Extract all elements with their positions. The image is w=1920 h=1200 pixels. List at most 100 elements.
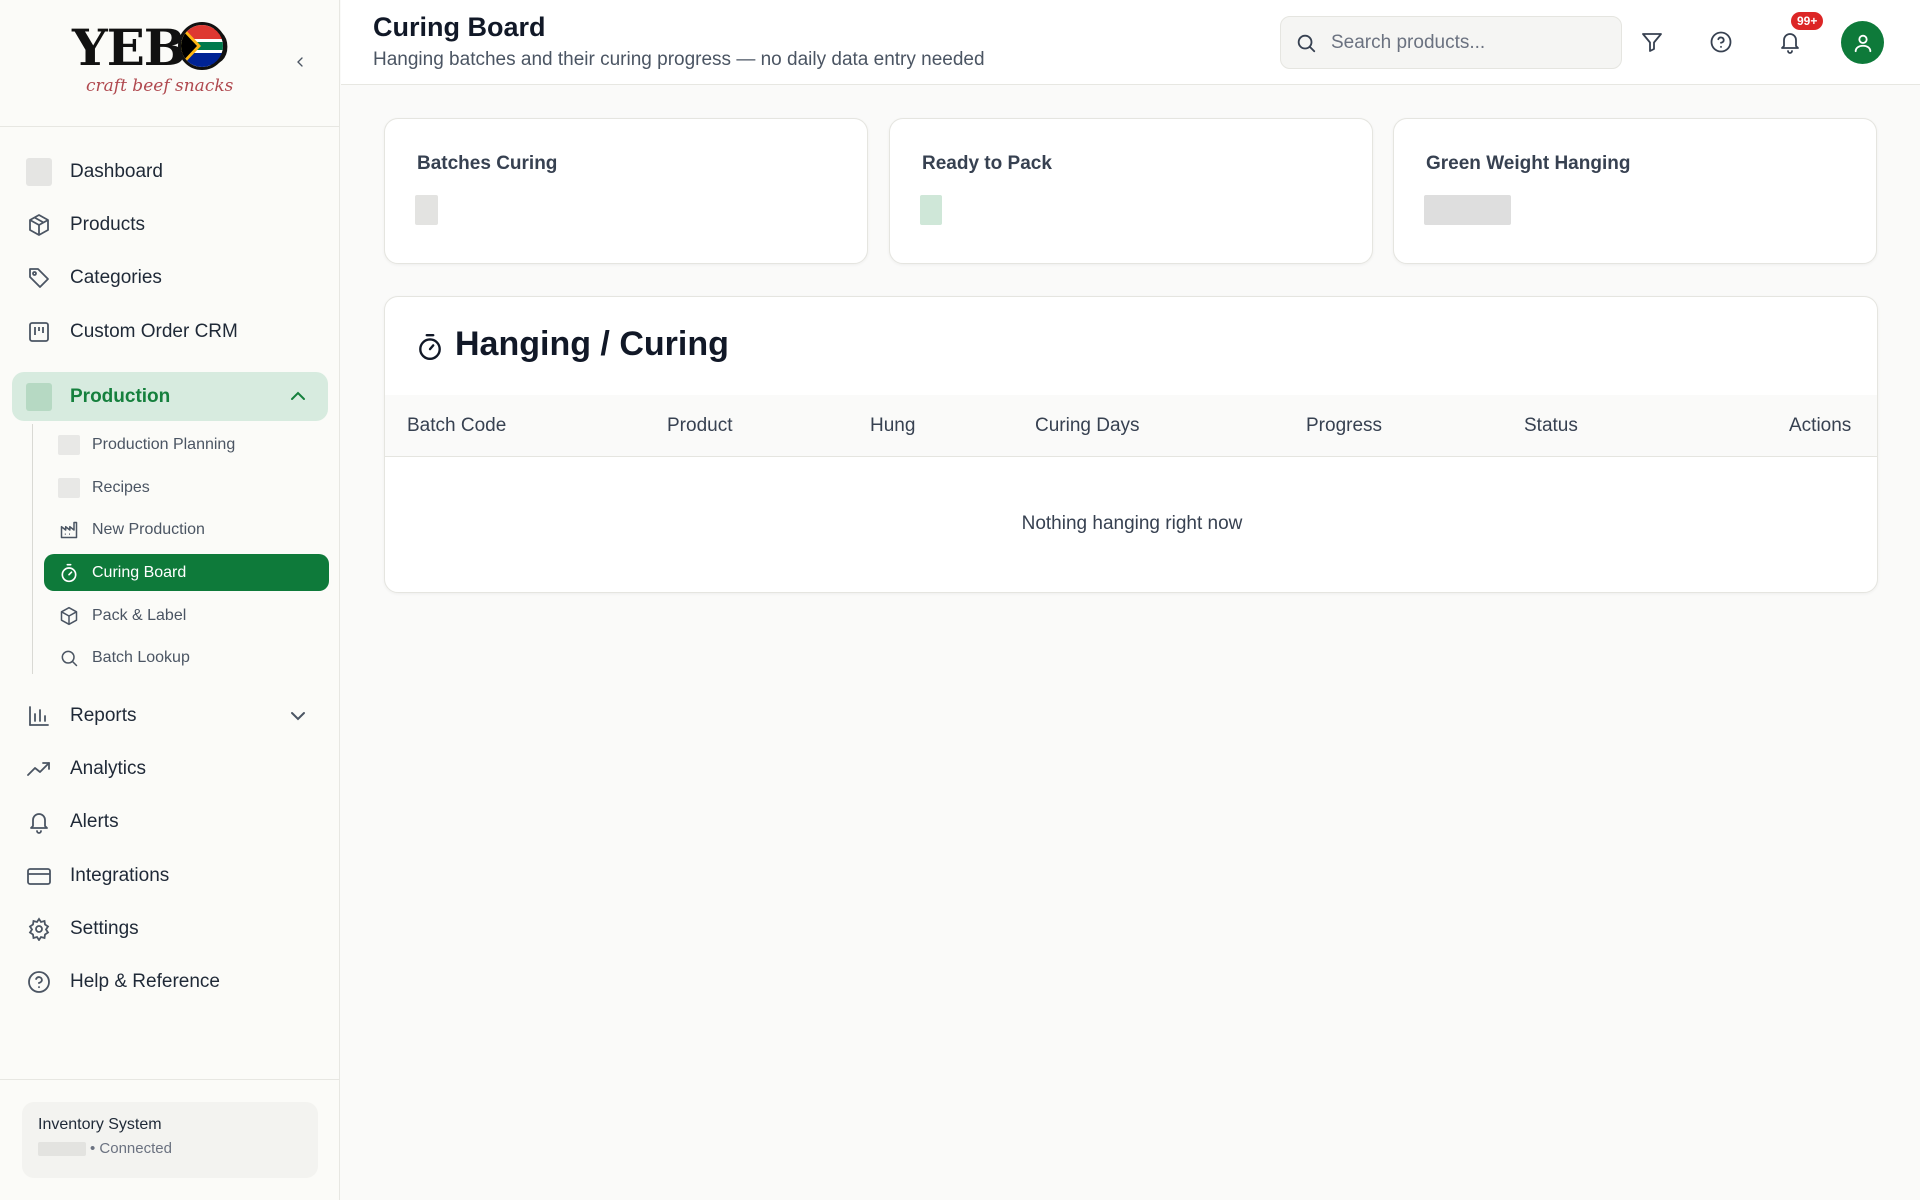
stat-value-placeholder xyxy=(920,195,942,225)
help-button[interactable] xyxy=(1705,26,1737,58)
south-africa-flag-icon xyxy=(178,22,226,70)
dashboard-placeholder-icon xyxy=(26,158,52,186)
trending-up-icon xyxy=(26,756,52,782)
card-icon xyxy=(26,863,52,889)
sidebar-item-custom-order-crm[interactable]: Custom Order CRM xyxy=(12,308,328,356)
connection-status-card: Inventory System • Connected xyxy=(22,1102,318,1178)
top-header: Curing Board Hanging batches and their c… xyxy=(341,0,1920,85)
stat-label: Green Weight Hanging xyxy=(1426,153,1631,174)
sidebar-item-production[interactable]: Production xyxy=(12,372,328,421)
empty-state-message: Nothing hanging right now xyxy=(1021,513,1243,534)
sidebar-item-alerts[interactable]: Alerts xyxy=(12,798,328,846)
sidebar-item-label: Integrations xyxy=(70,865,170,886)
search-input[interactable] xyxy=(1331,31,1601,54)
box-icon xyxy=(26,212,52,238)
sidebar-item-help-reference[interactable]: Help & Reference xyxy=(12,958,328,1006)
sidebar-item-label: Reports xyxy=(70,705,137,726)
sidebar-subitem-curing-board[interactable]: Curing Board xyxy=(44,554,329,591)
sidebar-item-label: Dashboard xyxy=(70,161,163,182)
sidebar-subitem-label: New Production xyxy=(92,520,205,538)
column-header-status[interactable]: Status xyxy=(1524,415,1578,437)
sidebar-subitem-label: Batch Lookup xyxy=(92,648,190,666)
stat-card-batches-curing: Batches Curing xyxy=(384,118,868,264)
sidebar-subitem-new-production[interactable]: New Production xyxy=(44,511,329,548)
factory-icon xyxy=(58,519,80,541)
connection-status-text: • Connected xyxy=(90,1140,172,1157)
system-name: Inventory System xyxy=(38,1116,162,1133)
brand-logo[interactable]: YEBO craft beef snacks xyxy=(72,18,234,108)
timer-icon xyxy=(58,562,80,584)
sidebar-footer-divider xyxy=(0,1079,340,1080)
column-header-curing-days[interactable]: Curing Days xyxy=(1035,415,1140,437)
chevron-down-icon xyxy=(291,712,305,721)
sidebar: YEBO craft beef snacks Dashboard Product… xyxy=(0,0,340,1200)
status-placeholder xyxy=(38,1141,86,1156)
table-header: Batch Code Product Hung Curing Days Prog… xyxy=(385,395,1877,457)
timer-icon xyxy=(419,333,441,361)
sidebar-item-categories[interactable]: Categories xyxy=(12,254,328,302)
sidebar-item-analytics[interactable]: Analytics xyxy=(12,745,328,793)
sidebar-subitem-label: Curing Board xyxy=(92,563,187,581)
stat-label: Batches Curing xyxy=(417,153,558,174)
sidebar-subitem-recipes[interactable]: Recipes xyxy=(44,469,329,506)
page-title: Curing Board xyxy=(373,12,546,42)
user-avatar[interactable] xyxy=(1841,21,1884,64)
sidebar-subitem-label: Recipes xyxy=(92,478,150,496)
filter-icon xyxy=(1642,33,1662,52)
panel-title: Hanging / Curing xyxy=(455,325,729,363)
placeholder-icon xyxy=(58,434,80,456)
bar-chart-icon xyxy=(26,703,52,729)
sidebar-item-dashboard[interactable]: Dashboard xyxy=(12,148,328,196)
column-header-actions: Actions xyxy=(1789,415,1852,436)
chevron-up-icon xyxy=(291,391,305,400)
connection-status: • Connected xyxy=(38,1140,302,1157)
sidebar-subitem-production-planning[interactable]: Production Planning xyxy=(44,426,329,463)
sidebar-item-label: Categories xyxy=(70,267,162,288)
sidebar-item-label: Help & Reference xyxy=(70,971,220,992)
sidebar-subitem-label: Production Planning xyxy=(92,435,236,453)
column-header-hung[interactable]: Hung xyxy=(870,415,915,437)
kanban-icon xyxy=(26,319,52,345)
search-box[interactable] xyxy=(1280,16,1622,69)
logo-area: YEBO craft beef snacks xyxy=(0,0,340,127)
page-subtitle: Hanging batches and their curing progres… xyxy=(373,49,985,70)
stat-value-placeholder xyxy=(415,195,438,225)
gear-icon xyxy=(26,916,52,942)
curing-table-panel: Hanging / Curing Batch Code Product Hung… xyxy=(384,296,1878,593)
production-placeholder-icon xyxy=(26,382,52,411)
sidebar-item-label: Settings xyxy=(70,918,139,939)
sidebar-item-label: Products xyxy=(70,214,145,235)
sidebar-item-label: Alerts xyxy=(70,811,119,832)
sidebar-item-integrations[interactable]: Integrations xyxy=(12,852,328,900)
search-icon xyxy=(1297,34,1316,52)
filter-button[interactable] xyxy=(1636,26,1668,58)
user-icon xyxy=(1854,34,1871,52)
search-icon xyxy=(58,647,80,669)
collapse-sidebar-button[interactable] xyxy=(288,50,312,74)
column-header-product[interactable]: Product xyxy=(667,415,732,437)
stat-card-ready-to-pack: Ready to Pack xyxy=(889,118,1373,264)
sidebar-item-products[interactable]: Products xyxy=(12,201,328,249)
column-header-progress[interactable]: Progress xyxy=(1306,415,1382,437)
sidebar-subitem-batch-lookup[interactable]: Batch Lookup xyxy=(44,639,329,676)
help-circle-icon xyxy=(26,969,52,995)
box-icon xyxy=(58,605,80,627)
notifications-button[interactable] xyxy=(1774,26,1806,58)
column-header-batch-code[interactable]: Batch Code xyxy=(407,415,506,437)
sidebar-item-label: Production xyxy=(70,385,171,407)
submenu-guide-line xyxy=(32,424,33,674)
bell-icon xyxy=(26,809,52,835)
sidebar-item-label: Analytics xyxy=(70,758,147,779)
sidebar-item-reports[interactable]: Reports xyxy=(12,692,328,740)
placeholder-icon xyxy=(58,477,80,499)
tag-icon xyxy=(26,265,52,291)
sidebar-item-settings[interactable]: Settings xyxy=(12,905,328,953)
bell-icon xyxy=(1781,33,1799,54)
stat-value-placeholder xyxy=(1424,195,1511,225)
stat-label: Ready to Pack xyxy=(922,153,1052,174)
help-circle-icon xyxy=(1710,31,1732,53)
sidebar-subitem-pack-label[interactable]: Pack & Label xyxy=(44,597,329,634)
sidebar-subitem-label: Pack & Label xyxy=(92,606,187,624)
brand-tagline: craft beef snacks xyxy=(86,76,234,96)
stat-card-green-weight-hanging: Green Weight Hanging xyxy=(1393,118,1877,264)
